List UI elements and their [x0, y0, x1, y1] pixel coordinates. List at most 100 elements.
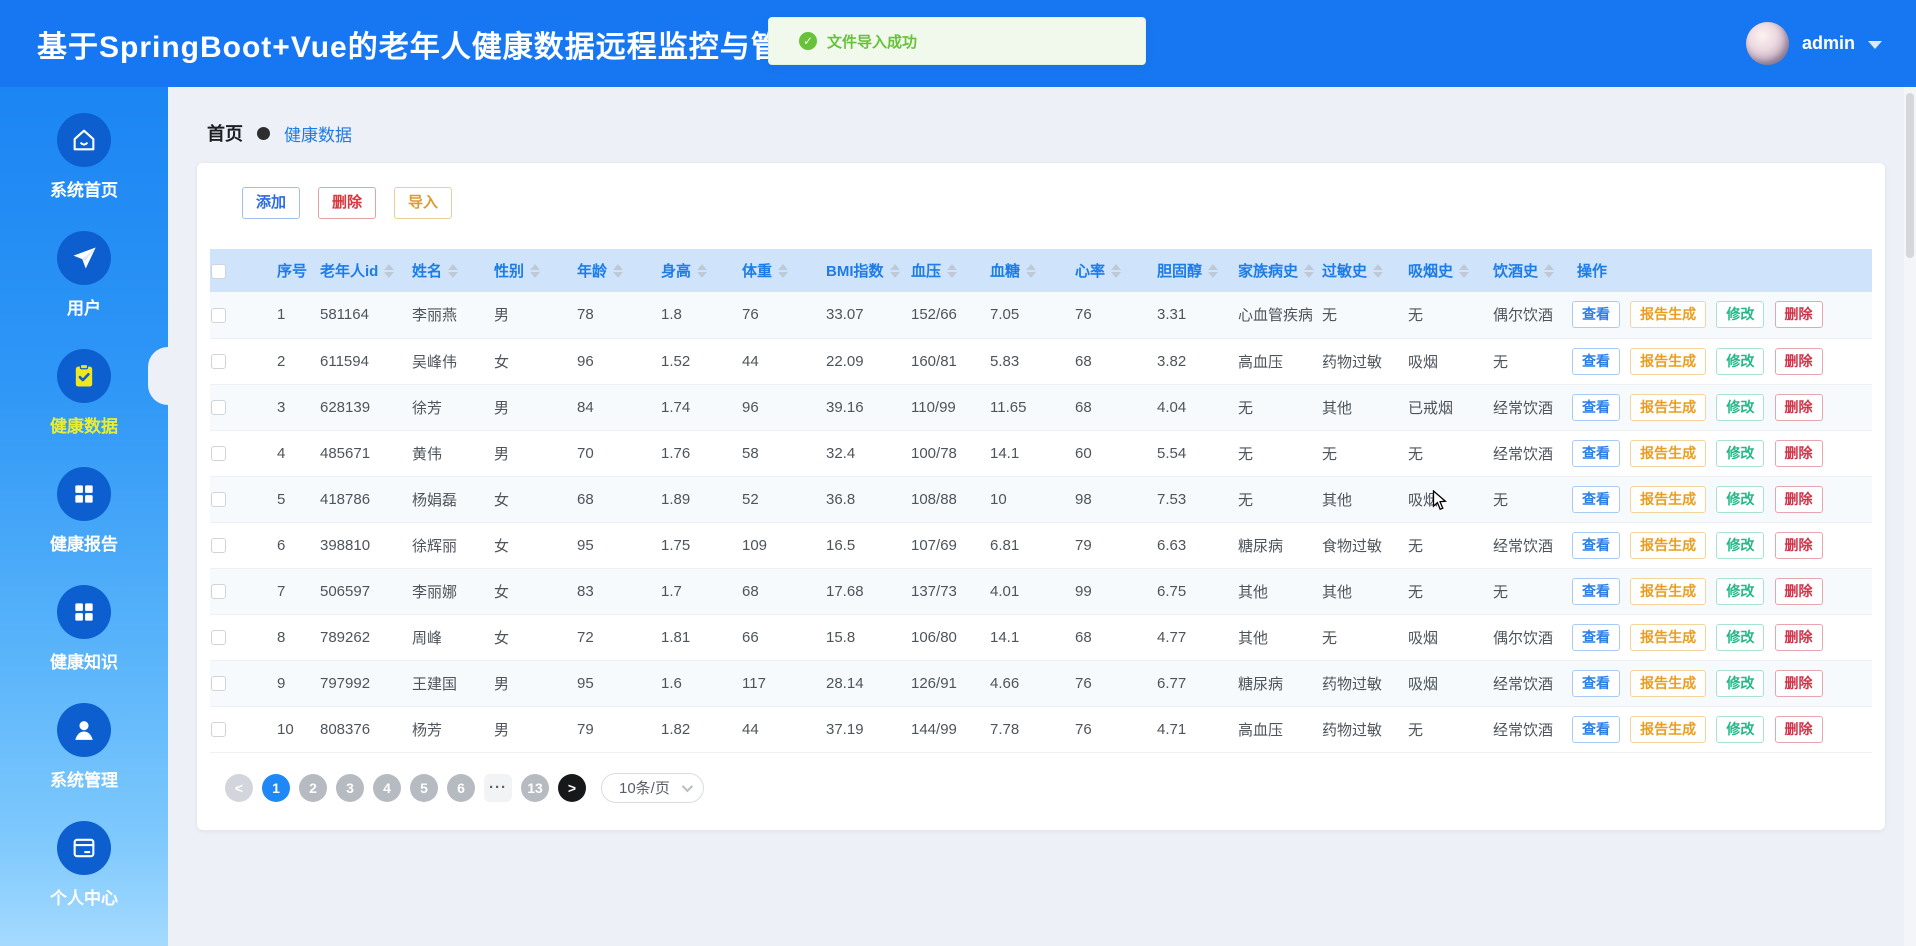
- delete-row-button[interactable]: 删除: [1774, 669, 1823, 697]
- row-checkbox[interactable]: [211, 446, 226, 462]
- report-generate-button[interactable]: 报告生成: [1630, 301, 1707, 329]
- sort-carets-icon[interactable]: [697, 263, 708, 278]
- sort-carets-icon[interactable]: [448, 263, 459, 278]
- page-button-1[interactable]: 1: [262, 773, 290, 802]
- next-page-button[interactable]: >: [558, 773, 586, 802]
- col-header-elder-id[interactable]: 老年人id: [310, 249, 402, 292]
- select-all-checkbox[interactable]: [211, 263, 226, 279]
- row-checkbox[interactable]: [211, 354, 226, 370]
- col-header-blood-sugar[interactable]: 血糖: [980, 249, 1065, 292]
- edit-button[interactable]: 修改: [1716, 347, 1765, 375]
- report-generate-button[interactable]: 报告生成: [1630, 393, 1707, 421]
- col-header-allergy-history[interactable]: 过敏史: [1312, 249, 1398, 292]
- delete-row-button[interactable]: 删除: [1774, 623, 1823, 651]
- sort-carets-icon[interactable]: [778, 263, 789, 278]
- col-header-age[interactable]: 年龄: [567, 249, 651, 292]
- breadcrumb-home[interactable]: 首页: [207, 120, 243, 146]
- report-generate-button[interactable]: 报告生成: [1630, 577, 1707, 605]
- view-button[interactable]: 查看: [1572, 301, 1620, 329]
- sort-carets-icon[interactable]: [947, 263, 958, 278]
- edit-button[interactable]: 修改: [1716, 531, 1765, 559]
- col-header-family-history[interactable]: 家族病史: [1228, 249, 1315, 292]
- sort-carets-icon[interactable]: [889, 263, 900, 278]
- sort-carets-icon[interactable]: [530, 263, 541, 278]
- delete-row-button[interactable]: 删除: [1774, 347, 1823, 375]
- vertical-scrollbar[interactable]: [1904, 87, 1916, 946]
- avatar[interactable]: [1745, 22, 1789, 65]
- report-generate-button[interactable]: 报告生成: [1630, 623, 1707, 651]
- sort-carets-icon[interactable]: [613, 263, 624, 278]
- sort-carets-icon[interactable]: [1373, 263, 1384, 278]
- delete-row-button[interactable]: 删除: [1774, 439, 1823, 467]
- row-checkbox[interactable]: [211, 676, 226, 692]
- view-button[interactable]: 查看: [1572, 669, 1620, 697]
- row-checkbox[interactable]: [211, 630, 226, 646]
- sort-carets-icon[interactable]: [1208, 263, 1219, 278]
- sort-carets-icon[interactable]: [1459, 263, 1470, 278]
- sort-carets-icon[interactable]: [1026, 263, 1037, 278]
- breadcrumb-current[interactable]: 健康数据: [284, 121, 352, 146]
- scrollbar-thumb[interactable]: [1906, 93, 1914, 258]
- row-checkbox[interactable]: [211, 538, 226, 554]
- report-generate-button[interactable]: 报告生成: [1630, 485, 1707, 513]
- page-button-13[interactable]: 13: [521, 773, 549, 802]
- col-header-height[interactable]: 身高: [651, 249, 732, 292]
- page-button-4[interactable]: 4: [373, 773, 401, 802]
- add-button[interactable]: 添加: [242, 187, 301, 219]
- view-button[interactable]: 查看: [1572, 715, 1620, 743]
- prev-page-button[interactable]: <: [225, 773, 253, 802]
- edit-button[interactable]: 修改: [1716, 393, 1765, 421]
- col-header-gender[interactable]: 性别: [484, 249, 567, 292]
- import-button[interactable]: 导入: [394, 187, 453, 219]
- delete-row-button[interactable]: 删除: [1774, 301, 1823, 329]
- delete-button[interactable]: 删除: [318, 187, 377, 219]
- report-generate-button[interactable]: 报告生成: [1630, 669, 1707, 697]
- page-size-select[interactable]: 10条/页: [601, 772, 704, 803]
- report-generate-button[interactable]: 报告生成: [1630, 439, 1707, 467]
- sidebar-item-users[interactable]: 用户: [0, 231, 168, 319]
- col-header-weight[interactable]: 体重: [732, 249, 816, 292]
- col-header-smoking-history[interactable]: 吸烟史: [1398, 249, 1483, 292]
- sort-carets-icon[interactable]: [384, 263, 395, 278]
- row-checkbox[interactable]: [211, 492, 226, 508]
- col-header-bmi[interactable]: BMI指数: [816, 249, 901, 292]
- sort-carets-icon[interactable]: [1304, 263, 1315, 278]
- report-generate-button[interactable]: 报告生成: [1630, 531, 1707, 559]
- page-button-6[interactable]: 6: [447, 773, 475, 802]
- page-button-2[interactable]: 2: [299, 773, 327, 802]
- delete-row-button[interactable]: 删除: [1774, 715, 1823, 743]
- view-button[interactable]: 查看: [1572, 623, 1620, 651]
- sidebar-item-health-knowledge[interactable]: 健康知识: [0, 585, 168, 673]
- edit-button[interactable]: 修改: [1716, 485, 1765, 513]
- more-pages-icon[interactable]: ···: [484, 773, 512, 802]
- sidebar-item-health-data[interactable]: 健康数据: [0, 347, 168, 437]
- view-button[interactable]: 查看: [1572, 347, 1620, 375]
- col-header-drinking-history[interactable]: 饮酒史: [1483, 249, 1567, 292]
- edit-button[interactable]: 修改: [1716, 669, 1765, 697]
- edit-button[interactable]: 修改: [1716, 439, 1765, 467]
- view-button[interactable]: 查看: [1572, 485, 1620, 513]
- edit-button[interactable]: 修改: [1716, 715, 1765, 743]
- sort-carets-icon[interactable]: [1544, 263, 1555, 278]
- edit-button[interactable]: 修改: [1716, 301, 1765, 329]
- report-generate-button[interactable]: 报告生成: [1630, 715, 1707, 743]
- delete-row-button[interactable]: 删除: [1774, 531, 1823, 559]
- sort-carets-icon[interactable]: [1111, 263, 1122, 278]
- user-menu[interactable]: admin: [1745, 0, 1882, 87]
- row-checkbox[interactable]: [211, 722, 226, 738]
- sidebar-item-personal-center[interactable]: 个人中心: [0, 821, 168, 909]
- delete-row-button[interactable]: 删除: [1774, 577, 1823, 605]
- view-button[interactable]: 查看: [1572, 439, 1620, 467]
- report-generate-button[interactable]: 报告生成: [1630, 347, 1707, 375]
- col-header-heart-rate[interactable]: 心率: [1065, 249, 1147, 292]
- page-button-3[interactable]: 3: [336, 773, 364, 802]
- col-header-blood-pressure[interactable]: 血压: [901, 249, 980, 292]
- row-checkbox[interactable]: [211, 307, 226, 323]
- delete-row-button[interactable]: 删除: [1774, 485, 1823, 513]
- edit-button[interactable]: 修改: [1716, 623, 1765, 651]
- page-button-5[interactable]: 5: [410, 773, 438, 802]
- sidebar-item-system-manage[interactable]: 系统管理: [0, 703, 168, 791]
- row-checkbox[interactable]: [211, 400, 226, 416]
- view-button[interactable]: 查看: [1572, 577, 1620, 605]
- view-button[interactable]: 查看: [1572, 531, 1620, 559]
